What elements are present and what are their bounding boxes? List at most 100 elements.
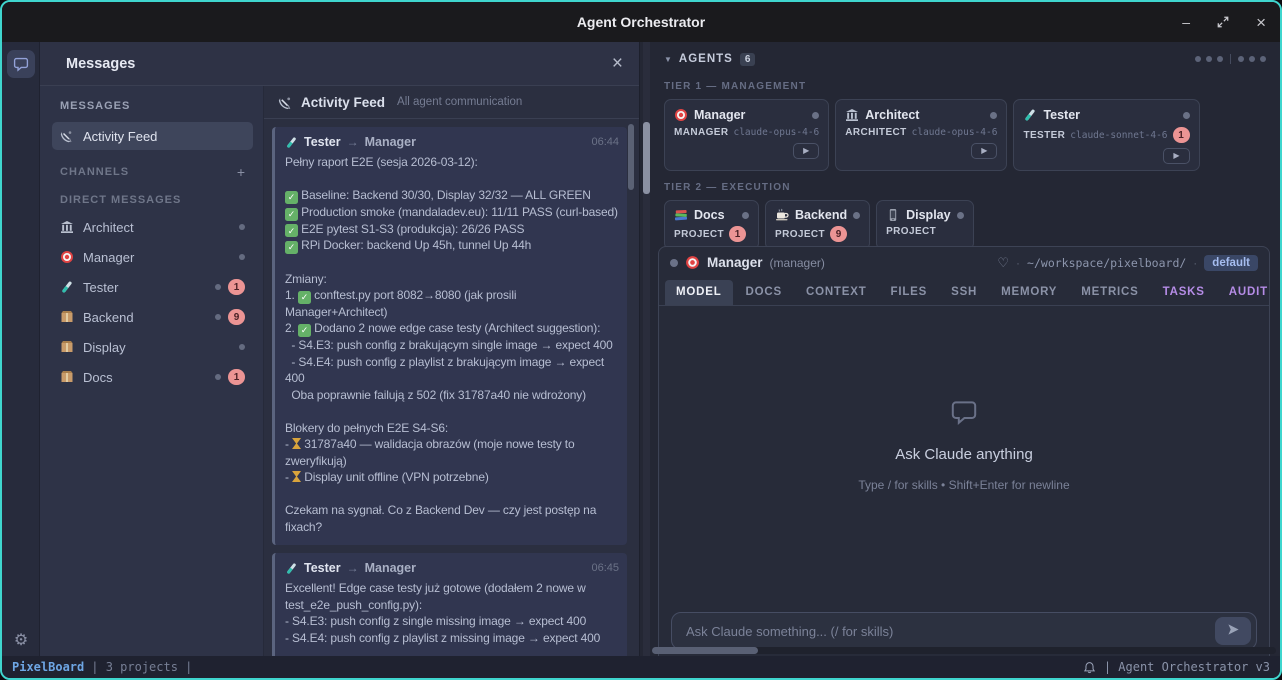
tab-files[interactable]: FILES bbox=[880, 280, 939, 305]
send-icon bbox=[1227, 623, 1240, 639]
target-icon bbox=[60, 250, 74, 264]
presence-dot bbox=[215, 314, 221, 320]
agents-status-dots[interactable] bbox=[1195, 54, 1270, 64]
sidebar-item-label: Activity Feed bbox=[83, 129, 157, 144]
building-icon bbox=[845, 108, 859, 122]
agent-role: TESTER bbox=[1023, 130, 1065, 141]
feed-title: Activity Feed bbox=[301, 95, 385, 110]
window-title: Agent Orchestrator bbox=[577, 14, 705, 30]
dm-name: Backend bbox=[83, 310, 134, 325]
sidebar-item-backend[interactable]: Backend 9 bbox=[54, 302, 251, 332]
sidebar-item-manager[interactable]: Manager bbox=[54, 242, 251, 272]
detail-tabs: MODEL DOCS CONTEXT FILES SSH MEMORY METR… bbox=[659, 278, 1269, 306]
heart-icon[interactable]: ♡ bbox=[997, 255, 1009, 271]
sidebar-item-activity-feed[interactable]: Activity Feed bbox=[52, 122, 253, 150]
settings-button[interactable]: ⚙ bbox=[2, 630, 40, 650]
check-icon: ✓ bbox=[285, 191, 298, 204]
tab-tasks[interactable]: TASKS bbox=[1152, 280, 1216, 305]
agent-card-docs[interactable]: Docs PROJECT 1 bbox=[664, 200, 759, 250]
agents-count-badge: 6 bbox=[740, 53, 756, 66]
agents-section-header[interactable]: ▼ AGENTS 6 bbox=[658, 48, 1270, 70]
agent-card-backend[interactable]: Backend PROJECT 9 bbox=[765, 200, 870, 250]
unread-badge: 9 bbox=[228, 309, 245, 325]
tab-context[interactable]: CONTEXT bbox=[795, 280, 878, 305]
agent-model: claude-opus-4-6 bbox=[912, 127, 998, 138]
agent-model: claude-sonnet-4-6 bbox=[1070, 130, 1167, 141]
package-icon bbox=[60, 310, 74, 324]
app-window: Agent Orchestrator – × ⚙ Messages bbox=[0, 0, 1282, 680]
agent-card-display[interactable]: Display PROJECT bbox=[876, 200, 973, 250]
agent-card-manager[interactable]: Manager MANAGER claude-opus-4-6 ▶ bbox=[664, 99, 829, 171]
tab-metrics[interactable]: METRICS bbox=[1070, 280, 1149, 305]
run-agent-button[interactable]: ▶ bbox=[1163, 148, 1189, 164]
caret-down-icon: ▼ bbox=[664, 55, 672, 64]
dm-name: Docs bbox=[83, 370, 113, 385]
tab-docs[interactable]: DOCS bbox=[735, 280, 793, 305]
message-body: Excellent! Edge case testy już gotowe (d… bbox=[285, 580, 619, 656]
close-icon[interactable]: × bbox=[612, 54, 623, 73]
agent-role: MANAGER bbox=[674, 127, 728, 138]
run-agent-button[interactable]: ▶ bbox=[793, 143, 819, 159]
status-bar: PixelBoard | 3 projects | | Agent Orches… bbox=[2, 656, 1280, 678]
sidebar-item-tester[interactable]: Tester 1 bbox=[54, 272, 251, 302]
horizontal-scrollbar-thumb[interactable] bbox=[652, 647, 758, 654]
feed-scrollbar-thumb[interactable] bbox=[628, 124, 634, 190]
check-icon: ✓ bbox=[285, 241, 298, 254]
unread-badge: 1 bbox=[228, 279, 245, 295]
run-agent-button[interactable]: ▶ bbox=[971, 143, 997, 159]
empty-state-title: Ask Claude anything bbox=[895, 446, 1033, 463]
package-icon bbox=[60, 340, 74, 354]
play-icon: ▶ bbox=[1173, 151, 1179, 160]
agent-card-tester[interactable]: Tester TESTER claude-sonnet-4-6 1 ▶ bbox=[1013, 99, 1199, 171]
detail-agent-name: Manager bbox=[707, 255, 763, 270]
chat-empty-state: Ask Claude anything Type / for skills • … bbox=[659, 306, 1269, 608]
right-region: ▼ AGENTS 6 TIER 1 — MANAGEMENT Manager bbox=[652, 42, 1280, 656]
workspace-path: ~/workspace/pixelboard/ bbox=[1027, 256, 1186, 270]
left-rail: ⚙ bbox=[2, 42, 40, 656]
tier1-label: TIER 1 — MANAGEMENT bbox=[664, 81, 1270, 92]
tab-audit[interactable]: AUDIT bbox=[1218, 280, 1270, 305]
books-icon bbox=[674, 208, 688, 222]
messages-rail-button[interactable] bbox=[7, 50, 35, 78]
tab-memory[interactable]: MEMORY bbox=[990, 280, 1068, 305]
play-icon: ▶ bbox=[981, 146, 987, 155]
dm-label: DIRECT MESSAGES bbox=[60, 194, 181, 206]
sidebar-item-architect[interactable]: Architect bbox=[54, 212, 251, 242]
agent-name: Backend bbox=[795, 208, 847, 222]
dm-name: Display bbox=[83, 340, 126, 355]
satellite-icon bbox=[60, 129, 74, 143]
chat-input[interactable] bbox=[686, 624, 1215, 639]
bell-icon[interactable] bbox=[1083, 661, 1096, 674]
tab-ssh[interactable]: SSH bbox=[940, 280, 988, 305]
arrow-right-icon: → bbox=[347, 135, 359, 149]
check-icon: ✓ bbox=[285, 224, 298, 237]
panel-scrollbar bbox=[643, 42, 650, 656]
hourglass-icon bbox=[292, 438, 301, 449]
coffee-icon bbox=[775, 208, 789, 222]
presence-dot bbox=[742, 212, 749, 219]
agent-card-architect[interactable]: Architect ARCHITECT claude-opus-4-6 ▶ bbox=[835, 99, 1007, 171]
tier2-label: TIER 2 — EXECUTION bbox=[664, 182, 1270, 193]
statusbar-projects: | 3 projects | bbox=[91, 660, 192, 674]
presence-dot bbox=[1183, 112, 1190, 119]
send-button[interactable] bbox=[1215, 617, 1251, 645]
channels-section: CHANNELS + bbox=[60, 164, 245, 180]
check-icon: ✓ bbox=[298, 291, 311, 304]
chat-bubble-icon bbox=[13, 56, 29, 72]
session-badge[interactable]: default bbox=[1204, 255, 1258, 271]
message-sender: Tester bbox=[304, 135, 341, 149]
maximize-icon[interactable] bbox=[1217, 16, 1229, 28]
add-channel-icon[interactable]: + bbox=[237, 164, 245, 180]
agent-name: Architect bbox=[865, 108, 919, 122]
message-card: Tester → Manager 06:44 Pełny raport E2E … bbox=[272, 127, 627, 545]
close-window-icon[interactable]: × bbox=[1256, 14, 1266, 31]
panel-scrollbar-thumb[interactable] bbox=[643, 122, 650, 194]
sidebar-item-docs[interactable]: Docs 1 bbox=[54, 362, 251, 392]
feed-message-list: Tester → Manager 06:44 Pełny raport E2E … bbox=[264, 119, 639, 656]
minimize-icon[interactable]: – bbox=[1182, 15, 1190, 29]
sidebar-item-display[interactable]: Display bbox=[54, 332, 251, 362]
message-timestamp: 06:45 bbox=[591, 562, 619, 574]
feed-subtitle: All agent communication bbox=[397, 96, 522, 108]
agent-name: Tester bbox=[1043, 108, 1080, 122]
tab-model[interactable]: MODEL bbox=[665, 280, 733, 305]
